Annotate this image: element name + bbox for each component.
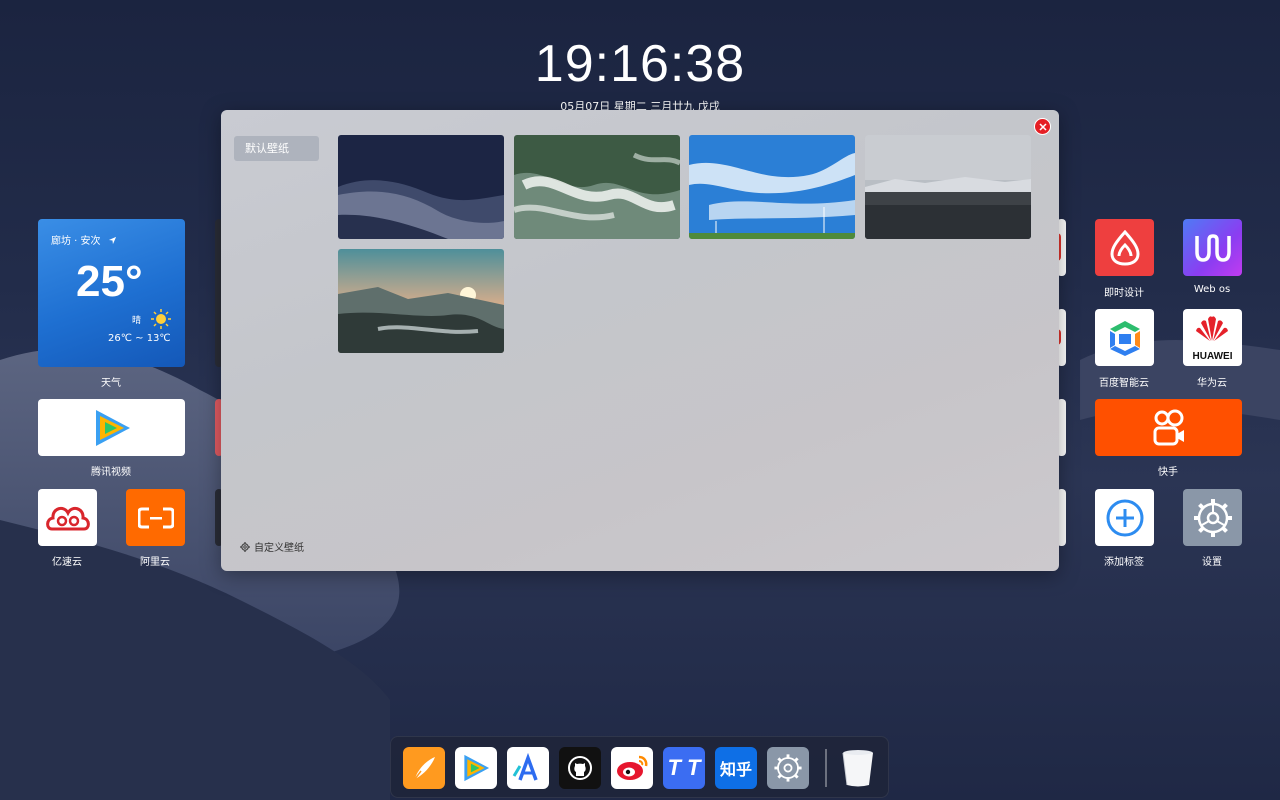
webos-tile[interactable] — [1183, 219, 1242, 276]
dock: T T 知乎 — [390, 736, 889, 798]
dock-weibo[interactable] — [611, 747, 653, 789]
wallpaper-thumb-blue-sky[interactable] — [689, 135, 855, 239]
webos-label: Web os — [1193, 284, 1231, 295]
jishi-design-tile[interactable] — [1095, 219, 1154, 276]
weibo-icon — [617, 755, 648, 780]
kuaishou-tile[interactable] — [1095, 399, 1242, 456]
settings-label: 设置 — [1202, 557, 1222, 568]
jishi-design-icon — [1109, 229, 1140, 266]
aliyun-tile[interactable] — [126, 489, 185, 546]
wallpaper-thumb-ocean-waves[interactable] — [514, 135, 680, 239]
dock-trash[interactable] — [837, 747, 879, 789]
dock-tt-app[interactable]: T T — [663, 747, 705, 789]
blue-sky-image — [689, 135, 855, 239]
tencent-video-label: 腾讯视频 — [91, 467, 131, 478]
kuaishou-icon — [1153, 409, 1184, 445]
gear-icon — [240, 541, 250, 552]
desert-dunes-image — [338, 135, 504, 239]
wallpaper-thumb-desert-dunes[interactable] — [338, 135, 504, 239]
weather-location: 廊坊 · 安次 — [51, 232, 117, 247]
ocean-waves-image — [514, 135, 680, 239]
aliyun-label: 阿里云 — [140, 557, 170, 568]
writing-app-icon — [414, 757, 435, 780]
github-icon — [568, 756, 592, 780]
weather-label: 天气 — [101, 378, 121, 389]
location-arrow-icon — [108, 236, 116, 245]
wallpaper-dialog: 默认壁纸 自定义壁纸 — [221, 110, 1059, 571]
huawei-cloud-icon — [1196, 316, 1228, 341]
weather-range: 26℃ ~ 13℃ — [108, 333, 171, 344]
kuaishou-label: 快手 — [1158, 467, 1178, 478]
aliyun-icon — [137, 507, 174, 528]
weather-condition: 晴 — [132, 316, 142, 326]
clock-time: 19:16:38 — [534, 35, 746, 93]
custom-wallpaper-label: 自定义壁纸 — [254, 543, 304, 554]
tencent-video-icon — [464, 754, 490, 782]
baidu-cloud-label: 百度智能云 — [1099, 378, 1149, 389]
dock-github[interactable] — [559, 747, 601, 789]
zhihu-icon: 知乎 — [719, 760, 752, 779]
tencent-video-tile[interactable] — [38, 399, 185, 456]
settings-gear-icon — [774, 754, 802, 782]
wallpaper-thumb-sunset-valley[interactable] — [338, 249, 504, 353]
huawei-cloud-tile[interactable]: HUAWEI — [1183, 309, 1242, 366]
add-tag-icon — [1106, 499, 1143, 536]
baidu-cloud-tile[interactable] — [1095, 309, 1154, 366]
add-tag-tile[interactable] — [1095, 489, 1154, 546]
weather-widget[interactable]: 廊坊 · 安次 25° 晴 26℃ ~ 13℃ — [38, 219, 185, 367]
settings-tile[interactable] — [1183, 489, 1242, 546]
tab-default-wallpaper[interactable]: 默认壁纸 — [234, 136, 319, 161]
trash-icon — [842, 750, 873, 787]
dock-settings[interactable] — [767, 747, 809, 789]
dock-zhihu[interactable]: 知乎 — [715, 747, 757, 789]
dock-tencent-video[interactable] — [455, 747, 497, 789]
webos-icon — [1194, 233, 1231, 262]
yisu-cloud-icon — [45, 506, 90, 530]
yisu-cloud-label: 亿速云 — [52, 557, 82, 568]
tencent-video-icon — [95, 409, 130, 446]
sun-icon — [151, 309, 171, 329]
dock-translate-app[interactable] — [507, 747, 549, 789]
add-tag-label: 添加标签 — [1104, 557, 1144, 568]
wallpaper-thumb-mountain-lake[interactable] — [865, 135, 1031, 239]
dock-separator — [825, 749, 827, 787]
clock-widget: 19:16:38 05月07日 星期二 三月廿九 戊戌 — [0, 32, 1280, 114]
translate-app-icon — [512, 752, 538, 781]
huawei-logo-text: HUAWEI — [1192, 351, 1233, 362]
close-icon — [1038, 122, 1047, 131]
weather-temperature: 25° — [76, 257, 143, 306]
jishi-design-label: 即时设计 — [1104, 288, 1144, 299]
tt-app-icon: T T — [667, 755, 701, 780]
huawei-cloud-label: 华为云 — [1197, 378, 1227, 389]
dock-writing-app[interactable] — [403, 747, 445, 789]
custom-wallpaper-button[interactable]: 自定义壁纸 — [240, 539, 304, 554]
sunset-valley-image — [338, 249, 504, 353]
mountain-lake-image — [865, 135, 1031, 239]
baidu-cloud-icon — [1109, 320, 1140, 356]
yisu-cloud-tile[interactable] — [38, 489, 97, 546]
settings-gear-icon — [1193, 498, 1232, 537]
close-button[interactable] — [1034, 118, 1051, 135]
